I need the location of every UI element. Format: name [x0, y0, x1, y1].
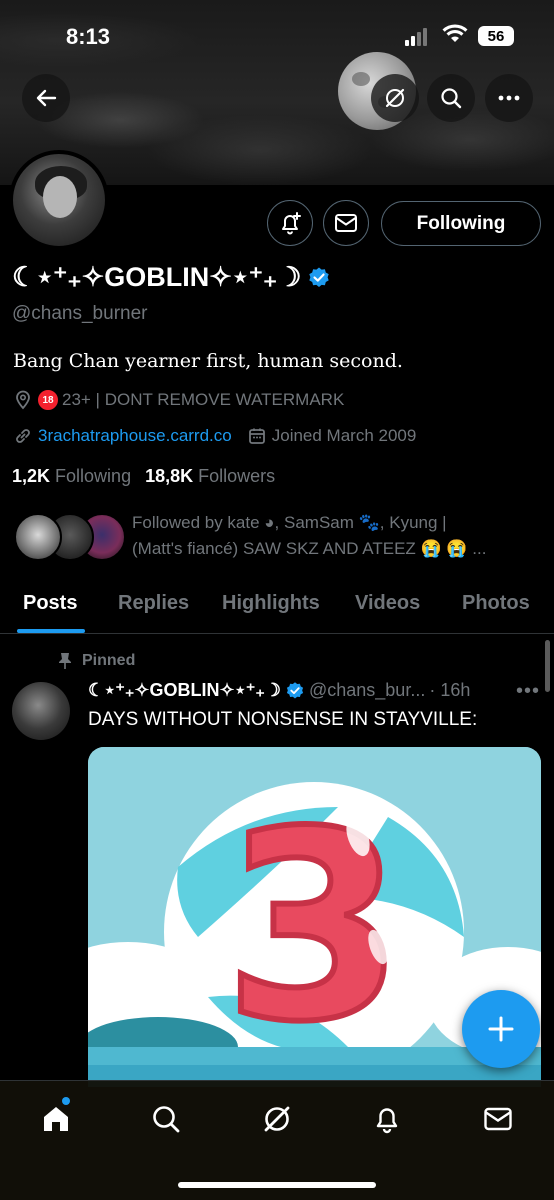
- following-label: Following: [55, 466, 132, 486]
- post-author-handle[interactable]: @chans_bur...: [309, 680, 425, 701]
- plus-icon: [488, 1016, 514, 1042]
- back-button[interactable]: [22, 74, 70, 122]
- notifications-button[interactable]: [267, 200, 313, 246]
- cellular-signal-icon: [405, 28, 427, 46]
- grok-icon: [264, 1106, 290, 1132]
- profile-name: ☾⋆⁺₊✧GOBLIN✧⋆⁺₊☽: [12, 262, 331, 293]
- age-restriction-icon: 18: [38, 390, 58, 410]
- location-icon: [14, 390, 32, 410]
- mail-icon: [335, 214, 357, 232]
- followers-label: Followers: [198, 466, 276, 486]
- nav-messages[interactable]: [478, 1099, 518, 1139]
- tab-posts[interactable]: Posts: [23, 592, 77, 615]
- search-icon: [153, 1106, 180, 1133]
- following-count: 1,2K: [12, 466, 51, 486]
- pinned-text: Pinned: [82, 652, 136, 669]
- wifi-icon: [442, 24, 468, 49]
- tab-replies[interactable]: Replies: [118, 592, 189, 615]
- home-notification-dot: [62, 1097, 70, 1105]
- profile-avatar[interactable]: [9, 150, 109, 250]
- location-text: 23+ | DONT REMOVE WATERMARK: [62, 390, 345, 409]
- pin-icon: [59, 653, 71, 669]
- post-more-button[interactable]: •••: [516, 680, 540, 703]
- verified-badge-icon[interactable]: [307, 266, 331, 290]
- battery-icon: 56: [478, 26, 514, 46]
- tab-videos[interactable]: Videos: [355, 592, 420, 615]
- notification-add-icon: [282, 212, 301, 235]
- followers-count-link[interactable]: 18,8K Followers: [145, 466, 275, 487]
- back-icon: [36, 89, 57, 107]
- status-time: 8:13: [66, 24, 111, 49]
- nav-grok[interactable]: [257, 1099, 297, 1139]
- profile-handle: @chans_burner: [12, 303, 148, 324]
- joined-date: Joined March 2009: [271, 426, 417, 445]
- bell-icon: [376, 1108, 398, 1134]
- verified-badge-icon: [285, 681, 305, 701]
- followers-count: 18,8K: [145, 466, 194, 486]
- grok-button[interactable]: [371, 74, 419, 122]
- home-indicator: [178, 1182, 376, 1188]
- post-author-name[interactable]: ☾⋆⁺₊✧GOBLIN✧⋆⁺₊☽: [88, 680, 281, 701]
- nav-home[interactable]: [36, 1099, 76, 1139]
- followed-by-line: (Matt's fiancé) SAW SKZ AND ATEEZ 😭 😭 ..…: [132, 539, 487, 558]
- grok-icon: [385, 88, 405, 108]
- status-bar: 8:13 56: [0, 0, 554, 70]
- battery-level: 56: [487, 27, 505, 45]
- search-button[interactable]: [427, 74, 475, 122]
- website-link[interactable]: 3rachatraphouse.carrd.co: [38, 426, 232, 446]
- more-icon: [498, 95, 520, 101]
- following-button[interactable]: Following: [381, 201, 541, 246]
- search-icon: [441, 88, 462, 109]
- post-time: · 16h: [429, 680, 471, 700]
- calendar-icon: [248, 427, 266, 445]
- profile-tabs: Posts Replies Highlights Videos Photos: [0, 582, 554, 634]
- following-count-link[interactable]: 1,2K Following: [12, 466, 131, 487]
- compose-post-button[interactable]: [462, 990, 540, 1068]
- more-button[interactable]: [485, 74, 533, 122]
- post-header: ☾⋆⁺₊✧GOBLIN✧⋆⁺₊☽ @chans_bur... · 16h: [88, 680, 508, 701]
- followed-by-avatars[interactable]: [14, 513, 126, 563]
- tab-highlights[interactable]: Highlights: [222, 592, 320, 615]
- followed-by-line: Followed by kate ◕, SamSam 🐾, Kyung |: [132, 513, 447, 532]
- profile-location: 18 23+ | DONT REMOVE WATERMARK: [14, 390, 344, 410]
- profile-bio: Bang Chan yearner first, human second.: [13, 350, 403, 372]
- profile-meta-row: 3rachatraphouse.carrd.co Joined March 20…: [14, 426, 416, 446]
- avatar: [14, 513, 62, 561]
- scrollbar[interactable]: [545, 640, 550, 692]
- message-button[interactable]: [323, 200, 369, 246]
- mail-icon: [484, 1107, 512, 1131]
- post-author-avatar[interactable]: [12, 682, 70, 740]
- tab-photos[interactable]: Photos: [462, 592, 530, 615]
- nav-notifications[interactable]: [367, 1099, 407, 1139]
- followed-by-text[interactable]: Followed by kate ◕, SamSam 🐾, Kyung | (M…: [132, 510, 522, 562]
- pinned-label: Pinned: [58, 652, 135, 670]
- active-tab-indicator: [17, 629, 85, 633]
- post-text: DAYS WITHOUT NONSENSE IN STAYVILLE:: [88, 709, 478, 730]
- nav-search[interactable]: [146, 1099, 186, 1139]
- follow-counts: 1,2K Following 18,8K Followers: [12, 466, 275, 487]
- profile-name-text: ☾⋆⁺₊✧GOBLIN✧⋆⁺₊☽: [12, 262, 302, 292]
- link-icon: [14, 427, 32, 445]
- post-image-number: 3: [224, 777, 405, 1079]
- avatar-face: [43, 176, 77, 218]
- home-icon: [44, 1107, 68, 1131]
